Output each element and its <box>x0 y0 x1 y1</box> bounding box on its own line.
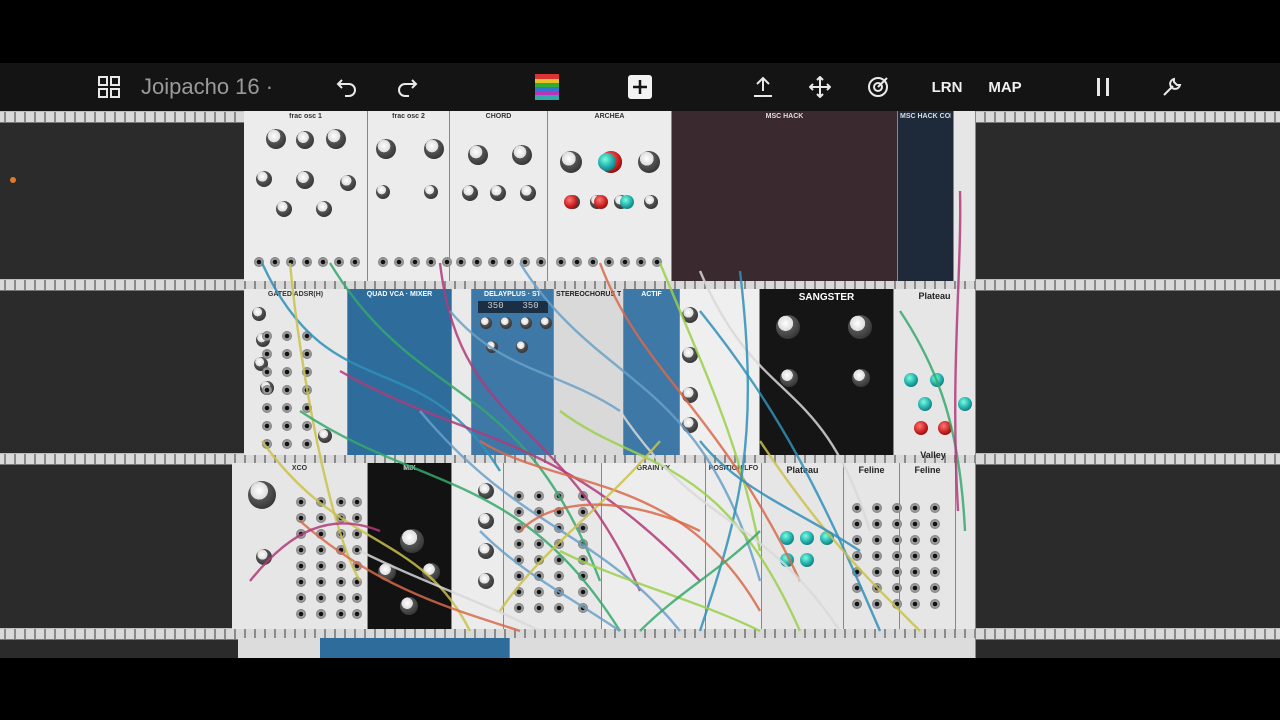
patch-cable[interactable] <box>699 310 882 632</box>
patch-cable[interactable] <box>639 530 761 632</box>
patch-title[interactable]: Joipacho 16 · <box>141 63 273 111</box>
pause-icon <box>1096 77 1110 97</box>
redo-icon <box>396 77 418 97</box>
patch-cable[interactable] <box>559 549 761 633</box>
patch-cable[interactable] <box>328 262 602 582</box>
plus-icon <box>628 75 652 99</box>
undo-icon <box>336 77 358 97</box>
patch-cable[interactable] <box>419 410 681 632</box>
wrench-icon <box>1161 76 1183 98</box>
patch-cable[interactable] <box>438 262 642 592</box>
target-icon <box>867 76 889 98</box>
grid-icon <box>98 76 120 98</box>
cable-color-icon <box>535 74 559 100</box>
upload-icon <box>753 76 773 98</box>
redo-button[interactable] <box>391 63 423 111</box>
move-mode-button[interactable] <box>806 63 834 111</box>
patch-cable[interactable] <box>598 262 802 582</box>
move-arrows-icon <box>809 76 831 98</box>
patch-cable[interactable] <box>359 549 541 633</box>
patch-cable[interactable] <box>759 440 921 632</box>
patch-cable[interactable] <box>479 439 762 612</box>
module-browser-button[interactable] <box>92 63 126 111</box>
pause-button[interactable] <box>1090 63 1116 111</box>
add-module-button[interactable] <box>626 63 654 111</box>
patch-cable[interactable] <box>260 262 502 472</box>
module-rack[interactable]: frac osc 1 frac osc 2 CHORD ARCHEA MSC H… <box>0 111 1280 658</box>
export-button[interactable] <box>750 63 776 111</box>
settings-button[interactable] <box>1158 63 1186 111</box>
learn-button[interactable]: LRN <box>928 63 966 111</box>
patch-cable[interactable] <box>288 262 362 582</box>
patch-cable[interactable] <box>449 310 621 412</box>
undo-button[interactable] <box>331 63 363 111</box>
cable-colors-button[interactable] <box>532 63 562 111</box>
focus-button[interactable] <box>864 63 892 111</box>
map-button[interactable]: MAP <box>986 63 1024 111</box>
patch-cables <box>249 190 967 633</box>
patch-cable[interactable] <box>619 410 841 632</box>
